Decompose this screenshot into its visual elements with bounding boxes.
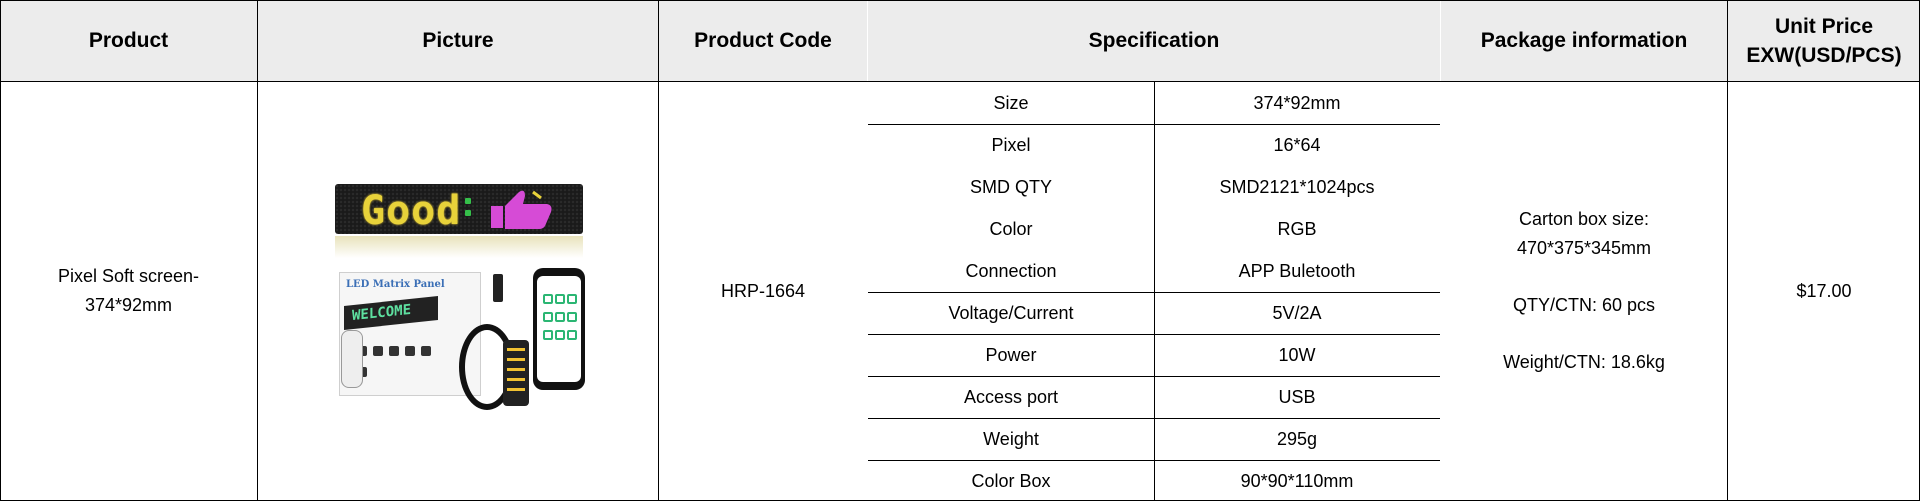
box-title-text: LED Matrix Panel <box>346 279 445 290</box>
product-name-line2: 374*92mm <box>84 295 173 315</box>
led-display-image: Good <box>335 184 583 234</box>
header-unit-price-line2: EXW(USD/PCS) <box>1746 43 1902 67</box>
package-cell: Carton box size: 470*375*345mm QTY/CTN: … <box>1441 82 1727 500</box>
product-name-cell: Pixel Soft screen- 374*92mm <box>0 82 257 500</box>
product-name-line1: Pixel Soft screen- <box>57 266 200 286</box>
header-package-label: Package information <box>1480 29 1688 52</box>
ribbon-text: WELCOME <box>352 301 412 325</box>
spec-label: Pixel <box>991 134 1031 155</box>
remote-image <box>341 330 363 388</box>
unit-price-value: $17.00 <box>1796 280 1852 301</box>
phone-image <box>533 268 585 390</box>
product-code-value: HRP-1664 <box>720 280 806 301</box>
spec-value: 16*64 <box>1273 134 1321 155</box>
grid-col1 <box>257 0 258 501</box>
header-product-code: Product Code <box>659 0 867 81</box>
header-specification: Specification <box>868 0 1440 81</box>
header-unit-price: Unit Price EXW(USD/PCS) <box>1728 0 1920 81</box>
spec-label: Color Box <box>971 470 1051 491</box>
led-display-text: Good <box>361 188 462 234</box>
spec-label: Color <box>989 218 1033 239</box>
spec-label: Access port <box>963 386 1059 407</box>
header-product-label: Product <box>88 29 169 52</box>
spec-value: RGB <box>1277 218 1317 239</box>
product-table: Product Picture Product Code Specificati… <box>0 0 1920 501</box>
spec-label: Weight <box>983 428 1039 449</box>
unit-price-cell: $17.00 <box>1728 82 1920 500</box>
product-code-cell: HRP-1664 <box>659 82 867 500</box>
package-weight: Weight/CTN: 18.6kg <box>1503 352 1665 372</box>
header-package: Package information <box>1441 0 1727 81</box>
spec-label: Connection <box>965 260 1057 281</box>
spec-label: Voltage/Current <box>948 302 1074 323</box>
product-picture: Good LED Matrix Panel WELCOME <box>333 182 589 414</box>
header-product: Product <box>0 0 257 81</box>
header-specification-label: Specification <box>1088 29 1220 52</box>
spec-value: APP Buletooth <box>1238 260 1356 281</box>
spec-label: SMD QTY <box>969 176 1052 197</box>
spec-label: Size <box>993 92 1029 113</box>
header-unit-price-line1: Unit Price <box>1774 14 1874 38</box>
package-carton-label: Carton box size: <box>1518 209 1650 229</box>
spec-value: SMD2121*1024pcs <box>1219 176 1375 197</box>
spec-label: Power <box>985 344 1037 365</box>
spec-value: 10W <box>1278 344 1316 365</box>
spec-column-divider <box>1154 82 1155 500</box>
header-picture-label: Picture <box>422 29 494 52</box>
spec-value: 90*90*110mm <box>1240 470 1354 491</box>
spec-value: 295g <box>1276 428 1318 449</box>
spec-value: 374*92mm <box>1253 92 1341 113</box>
spec-value: USB <box>1278 386 1316 407</box>
package-carton-size: 470*375*345mm <box>1516 238 1652 258</box>
thumbs-up-icon <box>491 190 552 229</box>
mini-panel-image <box>503 340 529 406</box>
grid-top <box>0 0 1920 1</box>
spec-value: 5V/2A <box>1272 302 1322 323</box>
header-picture: Picture <box>258 0 658 81</box>
package-qty: QTY/CTN: 60 pcs <box>1512 295 1656 315</box>
header-product-code-label: Product Code <box>694 29 832 52</box>
usb-plug-image <box>493 274 503 302</box>
